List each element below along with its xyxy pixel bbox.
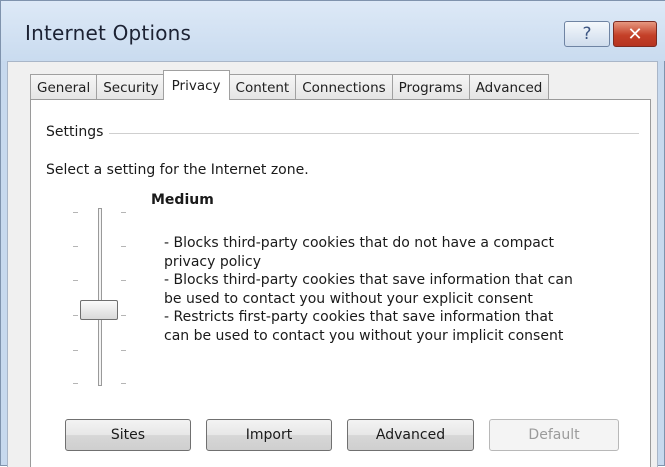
close-icon: ✕ (627, 23, 643, 45)
settings-group-label: Settings (46, 124, 110, 140)
title-bar[interactable]: Internet Options ? ✕ (1, 1, 665, 61)
description-line: can be used to contact you without your … (164, 327, 564, 344)
slider-tick (73, 350, 78, 351)
tab-content[interactable]: Content (228, 74, 297, 100)
slider-tick (73, 212, 78, 213)
slider-tick (73, 315, 78, 316)
tab-strip: General Security Privacy Content Connect… (30, 70, 550, 100)
advanced-button[interactable]: Advanced (347, 419, 474, 451)
internet-options-window: Internet Options ? ✕ General Security Pr… (0, 0, 665, 467)
slider-tick (121, 383, 126, 384)
slider-tick (73, 383, 78, 384)
tab-general[interactable]: General (30, 74, 98, 100)
tab-connections[interactable]: Connections (295, 74, 393, 100)
description-line: privacy policy (164, 253, 262, 270)
tab-security[interactable]: Security (96, 74, 166, 100)
privacy-level-description: - Blocks third-party cookies that do not… (164, 234, 624, 345)
tab-advanced[interactable]: Advanced (468, 74, 550, 100)
zone-instruction: Select a setting for the Internet zone. (46, 162, 309, 178)
group-divider (46, 133, 639, 134)
window-title: Internet Options (25, 21, 192, 45)
slider-tick (73, 280, 78, 281)
import-button[interactable]: Import (206, 419, 332, 451)
close-button[interactable]: ✕ (613, 21, 657, 47)
privacy-slider-thumb[interactable] (80, 300, 118, 320)
privacy-level-name: Medium (151, 192, 214, 208)
description-line: - Restricts first-party cookies that sav… (164, 309, 554, 325)
description-line: - Blocks third-party cookies that do not… (164, 235, 554, 251)
default-button[interactable]: Default (489, 419, 619, 451)
slider-tick (121, 246, 126, 247)
slider-tick (121, 280, 126, 281)
help-icon: ? (582, 24, 592, 44)
slider-tick (121, 315, 126, 316)
tab-privacy[interactable]: Privacy (162, 70, 230, 100)
help-button[interactable]: ? (564, 21, 610, 47)
tab-programs[interactable]: Programs (391, 74, 470, 100)
slider-tick (73, 246, 78, 247)
description-line: - Blocks third-party cookies that save i… (164, 272, 573, 288)
slider-tick (121, 350, 126, 351)
privacy-slider-track[interactable] (98, 208, 102, 386)
description-line: be used to contact you without your expl… (164, 290, 533, 307)
slider-tick (121, 212, 126, 213)
privacy-panel: Settings Select a setting for the Intern… (30, 99, 651, 467)
sites-button[interactable]: Sites (65, 419, 191, 451)
